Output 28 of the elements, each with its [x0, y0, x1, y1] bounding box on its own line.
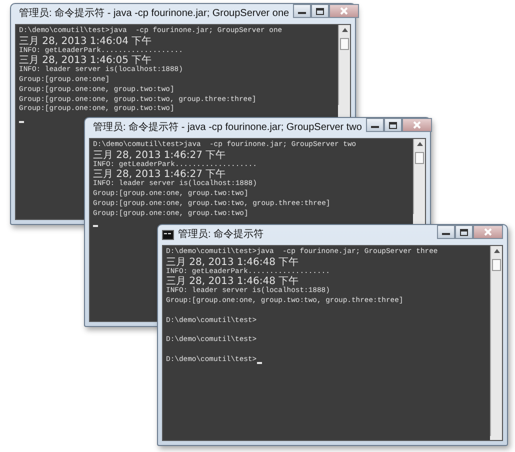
scroll-thumb[interactable] — [415, 152, 424, 164]
maximize-icon — [316, 8, 324, 14]
console-icon — [162, 230, 174, 240]
console-line: 三月 28, 2013 1:46:04 下午 — [19, 36, 152, 47]
close-icon — [412, 121, 421, 129]
console-line: 三月 28, 2013 1:46:27 下午 — [93, 150, 226, 161]
console-line: 三月 28, 2013 1:46:48 下午 — [166, 258, 299, 268]
maximize-icon — [460, 228, 468, 236]
scroll-thumb[interactable] — [340, 38, 349, 50]
console-line: 三月 28, 2013 1:46:05 下午 — [19, 56, 152, 66]
minimize-button[interactable] — [366, 118, 384, 132]
minimize-button[interactable] — [293, 4, 312, 18]
close-icon — [340, 7, 348, 15]
console-line: 三月 28, 2013 1:46:27 下午 — [93, 170, 226, 180]
scrollbar[interactable] — [413, 139, 425, 214]
console-line: 三月 28, 2013 1:46:48 下午 — [166, 277, 299, 288]
scrollbar[interactable] — [490, 246, 502, 436]
window-title: 管理员: 命令提示符 - java -cp fourinone.jar; GroupServer one — [19, 9, 290, 19]
maximize-button[interactable] — [384, 118, 402, 132]
maximize-button[interactable] — [311, 4, 330, 18]
scroll-thumb[interactable] — [492, 259, 501, 271]
maximize-icon — [388, 122, 397, 128]
window-title: 管理员: 命令提示符 - java -cp fourinone.jar; GroupServer two — [93, 123, 362, 133]
scrollbar[interactable] — [338, 25, 350, 105]
maximize-button[interactable] — [455, 225, 473, 239]
window-title: 管理员: 命令提示符 — [178, 230, 264, 240]
close-icon — [484, 228, 492, 236]
minimize-button[interactable] — [437, 225, 455, 239]
